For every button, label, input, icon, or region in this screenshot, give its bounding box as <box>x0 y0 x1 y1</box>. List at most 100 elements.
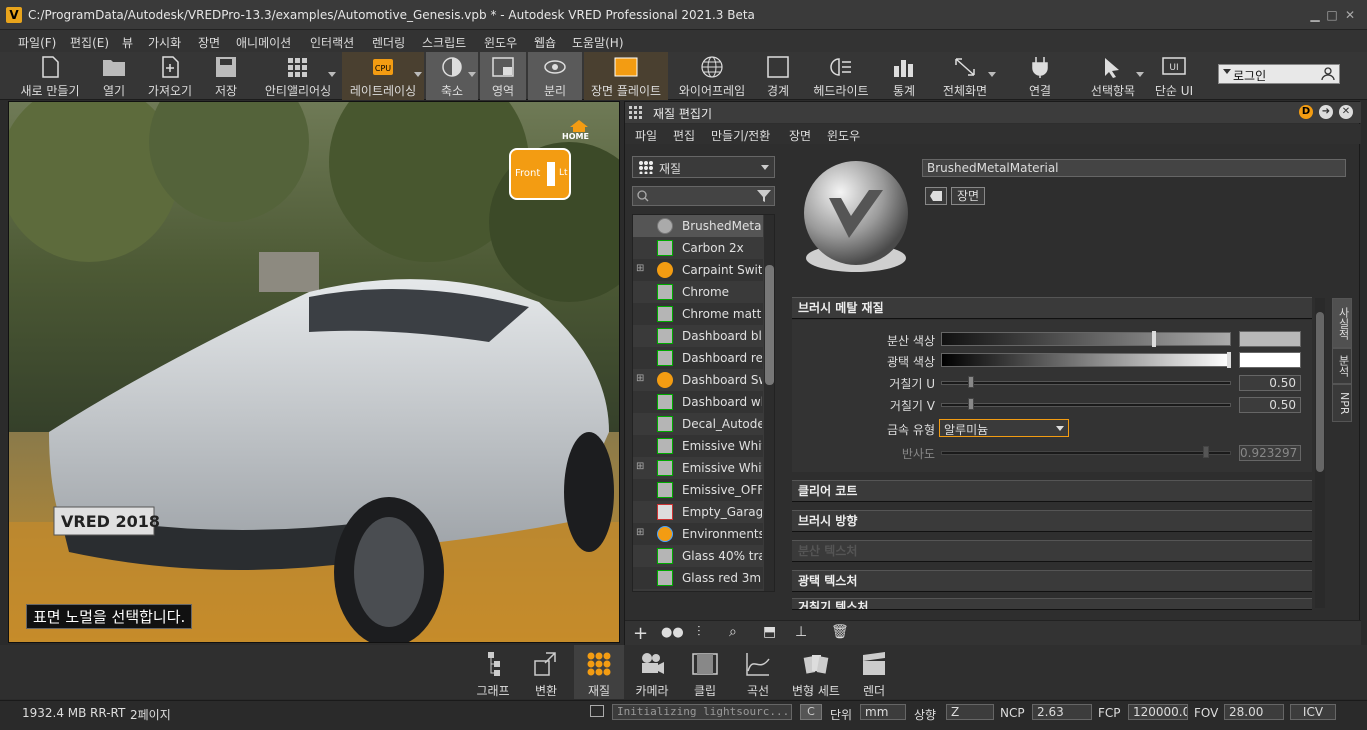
fcp-input[interactable]: 120000.00 <box>1128 704 1188 720</box>
import-button[interactable]: 가져오기 <box>142 52 198 100</box>
tab-analytic[interactable]: 분석 <box>1332 348 1352 384</box>
tag-button[interactable] <box>925 187 947 205</box>
material-item-4[interactable]: Chrome matte <box>633 303 763 325</box>
me-menu-edit[interactable]: 편집 <box>673 127 695 144</box>
console-output[interactable]: Initializing lightsourc... <box>612 704 792 720</box>
up-axis-select[interactable]: Z <box>946 704 994 720</box>
nav-cube-left[interactable]: Lt <box>559 168 568 178</box>
properties-scrollbar[interactable] <box>1315 298 1325 608</box>
menu-edit[interactable]: 편집(E) <box>70 34 109 51</box>
simple-ui-button[interactable]: UI 단순 UI <box>1150 52 1198 100</box>
roughness-u-slider[interactable] <box>941 381 1231 385</box>
scene-button[interactable]: 장면 <box>951 187 985 205</box>
group-icon[interactable]: ⫶ <box>697 624 701 640</box>
selection-button[interactable]: 선택항목 <box>1080 52 1146 100</box>
navigation-cube[interactable]: Front Lt <box>509 148 571 200</box>
unit-select[interactable]: mm <box>860 704 906 720</box>
section-roughness-texture[interactable]: 거칠기 텍스처 <box>792 598 1312 610</box>
scrollbar-thumb[interactable] <box>765 265 774 385</box>
module-variant-sets[interactable]: 변형 세트 <box>791 645 841 699</box>
material-item-0[interactable]: BrushedMetalM <box>633 215 763 237</box>
delete-icon[interactable]: 🗑 <box>831 624 849 640</box>
diffuse-color-slider[interactable] <box>941 332 1231 346</box>
material-item-13[interactable]: Empty_Garage <box>633 501 763 523</box>
ncp-input[interactable]: 2.63 <box>1032 704 1092 720</box>
properties-scrollbar-thumb[interactable] <box>1316 312 1324 472</box>
material-search-input[interactable] <box>632 186 775 206</box>
home-button[interactable]: HOME <box>562 120 594 142</box>
material-item-15[interactable]: Glass 40% tran <box>633 545 763 567</box>
material-item-9[interactable]: Decal_Autodesk <box>633 413 763 435</box>
close-panel-icon[interactable]: ✕ <box>1339 105 1353 119</box>
arrow-right-icon[interactable]: ➜ <box>1319 105 1333 119</box>
diffuse-color-swatch[interactable] <box>1239 331 1301 347</box>
roughness-u-thumb[interactable] <box>968 376 974 388</box>
me-menu-create[interactable]: 만들기/전환 <box>711 127 770 144</box>
menu-rendering[interactable]: 렌더링 <box>372 34 405 51</box>
me-menu-file[interactable]: 파일 <box>635 127 657 144</box>
metal-type-select[interactable]: 알루미늄 <box>939 419 1069 437</box>
menu-scene[interactable]: 장면 <box>198 34 220 51</box>
material-name-field[interactable]: BrushedMetalMaterial <box>922 159 1346 177</box>
menu-script[interactable]: 스크립트 <box>422 34 466 51</box>
section-clearcoat[interactable]: 클리어 코트 <box>792 480 1312 502</box>
menu-view[interactable]: 뷰 <box>122 34 133 51</box>
stats-button[interactable]: 통계 <box>884 52 924 100</box>
tab-realistic[interactable]: 사실적 <box>1332 298 1352 348</box>
fov-input[interactable]: 28.00 <box>1224 704 1284 720</box>
isolate-button[interactable]: 분리 <box>528 52 582 100</box>
menu-help[interactable]: 도움말(H) <box>572 34 624 51</box>
antialiasing-button[interactable]: 안티앨리어싱 <box>258 52 338 100</box>
menu-webshop[interactable]: 웹숍 <box>534 34 556 51</box>
menu-visualization[interactable]: 가시화 <box>148 34 181 51</box>
material-type-combo[interactable]: 재질 <box>632 156 775 178</box>
add-icon[interactable]: + <box>633 623 648 644</box>
minimize-icon[interactable]: ▁ <box>1309 9 1321 21</box>
close-icon[interactable]: ✕ <box>1344 9 1356 21</box>
material-item-1[interactable]: Carbon 2x <box>633 237 763 259</box>
menu-animation[interactable]: 애니메이션 <box>236 34 291 51</box>
material-item-12[interactable]: Emissive_OFF <box>633 479 763 501</box>
glossy-color-slider[interactable] <box>941 353 1231 367</box>
multi-sphere-icon[interactable]: ●● <box>661 625 684 640</box>
raytracing-button[interactable]: CPU 레이트레이싱 <box>342 52 424 100</box>
glossy-color-swatch[interactable] <box>1239 352 1301 368</box>
material-item-3[interactable]: Chrome <box>633 281 763 303</box>
material-item-7[interactable]: ⊞ Dashboard Switch <box>633 369 763 391</box>
menu-window[interactable]: 윈도우 <box>484 34 517 51</box>
material-list-scrollbar[interactable] <box>764 215 774 591</box>
expand-icon[interactable]: ⊞ <box>636 528 646 538</box>
module-render[interactable]: 렌더 <box>849 645 899 699</box>
me-menu-window[interactable]: 윈도우 <box>827 127 860 144</box>
terminal-icon[interactable] <box>590 705 604 717</box>
brush-icon[interactable]: ⊥ <box>795 624 807 640</box>
material-item-5[interactable]: Dashboard black <box>633 325 763 347</box>
filter-icon[interactable] <box>757 189 771 203</box>
glossy-slider-thumb[interactable] <box>1227 352 1231 368</box>
find-material-icon[interactable]: ⌕ <box>729 624 737 640</box>
nav-cube-front[interactable]: Front <box>515 168 540 179</box>
roughness-v-input[interactable]: 0.50 <box>1239 397 1301 413</box>
reduce-button[interactable]: 축소 <box>426 52 478 100</box>
expand-icon[interactable]: ⊞ <box>636 374 646 384</box>
login-field[interactable]: 로그인 <box>1218 64 1340 84</box>
render-viewport[interactable]: VRED 2018 Front Lt HOME <box>8 101 620 643</box>
new-button[interactable]: 새로 만들기 <box>14 52 86 100</box>
material-item-10[interactable]: Emissive White <box>633 435 763 457</box>
bounds-button[interactable]: 경계 <box>758 52 798 100</box>
material-list[interactable]: BrushedMetalM Carbon 2x ⊞ Carpaint Switch… <box>632 214 775 592</box>
diffuse-slider-thumb[interactable] <box>1152 331 1156 347</box>
material-item-14[interactable]: ⊞ Environments <box>633 523 763 545</box>
section-brush-direction[interactable]: 브러시 방향 <box>792 510 1312 532</box>
material-item-8[interactable]: Dashboard white <box>633 391 763 413</box>
expand-icon[interactable]: ⊞ <box>636 462 646 472</box>
connect-button[interactable]: 연결 <box>1018 52 1062 100</box>
material-item-16[interactable]: Glass red 3mm <box>633 567 763 589</box>
section-brushed-metal[interactable]: 브러시 메탈 재질 <box>792 297 1312 319</box>
menu-interaction[interactable]: 인터랙션 <box>310 34 354 51</box>
open-button[interactable]: 열기 <box>92 52 136 100</box>
roughness-v-slider[interactable] <box>941 403 1231 407</box>
wireframe-button[interactable]: 와이어프레임 <box>672 52 752 100</box>
fullscreen-button[interactable]: 전체화면 <box>932 52 998 100</box>
me-menu-scene[interactable]: 장면 <box>789 127 811 144</box>
